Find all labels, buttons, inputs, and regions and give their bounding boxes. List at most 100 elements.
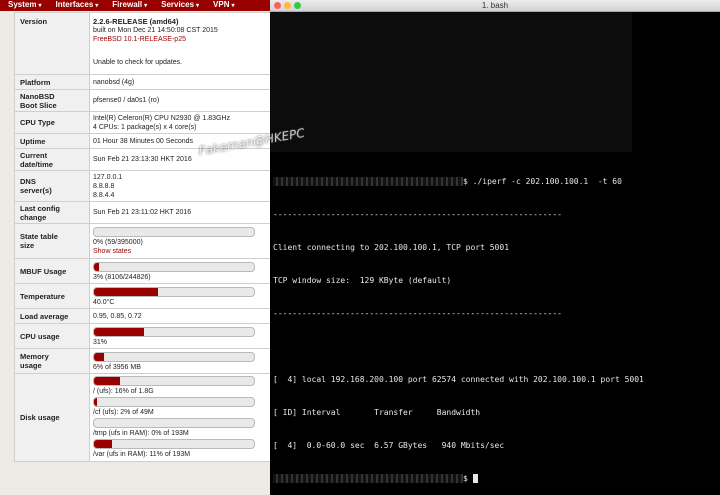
update-status: Unable to check for updates. bbox=[93, 59, 183, 66]
disk-item: / (ufs): 16% of 1.8G bbox=[93, 376, 270, 396]
row-version: Version 2.2.6-RELEASE (amd64) built on M… bbox=[14, 12, 270, 75]
disk-text: /var (ufs in RAM): 11% of 193M bbox=[93, 451, 191, 458]
row-state-table: State table size 0% (59/395000) Show stat… bbox=[14, 223, 270, 259]
disk-bar-fill bbox=[94, 377, 120, 385]
label-last-config: Last config change bbox=[14, 201, 90, 224]
terminal-line: [ 4] local 192.168.200.100 port 62574 co… bbox=[273, 375, 644, 384]
label-cpu-usage: CPU usage bbox=[14, 323, 90, 349]
version-string: 2.2.6-RELEASE (amd64) bbox=[93, 17, 179, 26]
freebsd-version: FreeBSD 10.1-RELEASE-p25 bbox=[93, 36, 186, 43]
memory-value: 6% of 3956 MB bbox=[93, 363, 141, 371]
label-memory: Memory usage bbox=[14, 348, 90, 374]
terminal-line: Client connecting to 202.100.100.1, TCP … bbox=[273, 243, 510, 252]
disk-text: / (ufs): 16% of 1.8G bbox=[93, 388, 154, 395]
pfsense-window: System ▾ Interfaces ▾ Firewall ▾ Services ▾ … bbox=[0, 0, 270, 495]
nav-interfaces[interactable]: Interfaces ▾ bbox=[47, 0, 104, 12]
label-dns: DNS server(s) bbox=[14, 170, 90, 202]
memory-bar-fill bbox=[94, 352, 104, 361]
state-table-bar bbox=[93, 227, 255, 237]
disk-item: /tmp (ufs in RAM): 0% of 193M bbox=[93, 418, 270, 438]
terminal-line: ----------------------------------------… bbox=[273, 309, 562, 318]
row-boot-slice: NanoBSD Boot Slice pfsense0 / da0s1 (ro) bbox=[14, 89, 270, 112]
build-date: built on Mon Dec 21 14:50:08 CST 2015 bbox=[93, 27, 218, 34]
disk-text: /tmp (ufs in RAM): 0% of 193M bbox=[93, 430, 189, 437]
chevron-down-icon: ▾ bbox=[196, 3, 200, 9]
dns-server: 8.8.8.8 bbox=[93, 182, 115, 190]
row-platform: Platform nanobsd (4g) bbox=[14, 74, 270, 90]
chevron-down-icon: ▾ bbox=[38, 3, 42, 9]
chevron-down-icon: ▾ bbox=[95, 3, 99, 9]
disk-bar-fill bbox=[94, 398, 98, 406]
label-state-table: State table size bbox=[14, 223, 90, 259]
temperature-value: 40.0°C bbox=[93, 298, 115, 306]
disk-bar-fill bbox=[94, 440, 112, 448]
nav-firewall[interactable]: Firewall ▾ bbox=[104, 0, 153, 12]
disk-item: /cf (ufs): 2% of 49M bbox=[93, 397, 270, 417]
row-mbuf: MBUF Usage 3% (8106/244826) bbox=[14, 258, 270, 284]
dns-server: 8.8.4.4 bbox=[93, 191, 115, 199]
row-dns: DNS server(s) 127.0.0.1 8.8.8.8 8.8.4.4 bbox=[14, 170, 270, 202]
disk-bar bbox=[93, 397, 255, 407]
terminal-line: $ ./iperf -c 202.100.100.1 -t 60 bbox=[273, 176, 718, 187]
terminal-output[interactable]: $ ./iperf -c 202.100.100.1 -t 60 -------… bbox=[273, 154, 718, 495]
row-temperature: Temperature 40.0°C bbox=[14, 283, 270, 309]
row-last-config: Last config change Sun Feb 21 23:11:02 HK… bbox=[14, 201, 270, 224]
redacted-prompt bbox=[273, 177, 463, 186]
label-boot-slice: NanoBSD Boot Slice bbox=[14, 89, 90, 112]
label-current-datetime: Current date/time bbox=[14, 148, 90, 171]
label-version: Version bbox=[14, 12, 90, 75]
label-cpu-type: CPU Type bbox=[14, 111, 90, 134]
load-average-value: 0.95, 0.85, 0.72 bbox=[89, 308, 270, 324]
system-information-table: Version 2.2.6-RELEASE (amd64) built on M… bbox=[14, 12, 270, 462]
row-cpu-usage: CPU usage 31% bbox=[14, 323, 270, 349]
row-load-average: Load average 0.95, 0.85, 0.72 bbox=[14, 308, 270, 324]
cpu-cores: 4 CPUs: 1 package(s) x 4 core(s) bbox=[93, 123, 197, 131]
temperature-bar bbox=[93, 286, 255, 297]
terminal-line: ----------------------------------------… bbox=[273, 210, 562, 219]
platform-value: nanobsd (4g) bbox=[89, 74, 270, 90]
terminal-cursor bbox=[472, 474, 478, 483]
terminal-titlebar[interactable]: 1. bash bbox=[270, 0, 720, 12]
boot-slice-value: pfsense0 / da0s1 (ro) bbox=[89, 89, 270, 112]
nav-services[interactable]: Services ▾ bbox=[153, 0, 205, 12]
disk-bar bbox=[93, 439, 255, 449]
terminal-window: 1. bash $ ./iperf -c 202.100.100.1 -t 60… bbox=[270, 0, 720, 495]
terminal-line: $ bbox=[273, 473, 718, 484]
disk-bar bbox=[93, 418, 255, 428]
temperature-bar-fill bbox=[94, 287, 158, 296]
label-uptime: Uptime bbox=[14, 133, 90, 149]
cpu-model: Intel(R) Celeron(R) CPU N2930 @ 1.83GHz bbox=[93, 114, 231, 122]
mbuf-bar-fill bbox=[94, 262, 99, 271]
show-states-link[interactable]: Show states bbox=[93, 247, 270, 256]
terminal-dark-region bbox=[270, 12, 632, 152]
terminal-line: [ ID] Interval Transfer Bandwidth bbox=[273, 408, 481, 417]
last-config-value: Sun Feb 21 23:11:02 HKT 2016 bbox=[89, 201, 270, 224]
top-nav: System ▾ Interfaces ▾ Firewall ▾ Services ▾ … bbox=[0, 0, 270, 11]
chevron-down-icon: ▾ bbox=[231, 3, 235, 9]
chevron-down-icon: ▾ bbox=[144, 3, 148, 9]
current-datetime-value: Sun Feb 21 23:13:30 HKT 2016 bbox=[89, 148, 270, 171]
label-load-average: Load average bbox=[14, 308, 90, 324]
row-disk-usage: Disk usage / (ufs): 16% of 1.8G /cf (ufs… bbox=[14, 373, 270, 462]
nav-system[interactable]: System ▾ bbox=[0, 0, 47, 12]
mbuf-value: 3% (8106/244826) bbox=[93, 273, 151, 281]
row-cpu-type: CPU Type Intel(R) Celeron(R) CPU N2930 @… bbox=[14, 111, 270, 134]
nav-vpn[interactable]: VPN ▾ bbox=[205, 0, 240, 12]
label-mbuf: MBUF Usage bbox=[14, 258, 90, 284]
mbuf-bar bbox=[93, 261, 255, 272]
row-memory: Memory usage 6% of 3956 MB bbox=[14, 348, 270, 374]
dns-server: 127.0.0.1 bbox=[93, 173, 123, 181]
memory-bar bbox=[93, 351, 255, 362]
label-platform: Platform bbox=[14, 74, 90, 90]
disk-item: /var (ufs in RAM): 11% of 193M bbox=[93, 439, 270, 459]
terminal-line: TCP window size: 129 KByte (default) bbox=[273, 276, 452, 285]
cpu-usage-bar-fill bbox=[94, 327, 144, 336]
disk-text: /cf (ufs): 2% of 49M bbox=[93, 409, 154, 416]
cpu-usage-bar bbox=[93, 326, 255, 337]
cpu-usage-value: 31% bbox=[93, 338, 108, 346]
label-disk-usage: Disk usage bbox=[14, 373, 90, 462]
redacted-prompt bbox=[273, 474, 463, 483]
state-table-value: 0% (59/395000) bbox=[93, 239, 143, 246]
disk-bar bbox=[93, 376, 255, 386]
terminal-line: [ 4] 0.0-60.0 sec 6.57 GBytes 940 Mbits/… bbox=[273, 441, 505, 450]
